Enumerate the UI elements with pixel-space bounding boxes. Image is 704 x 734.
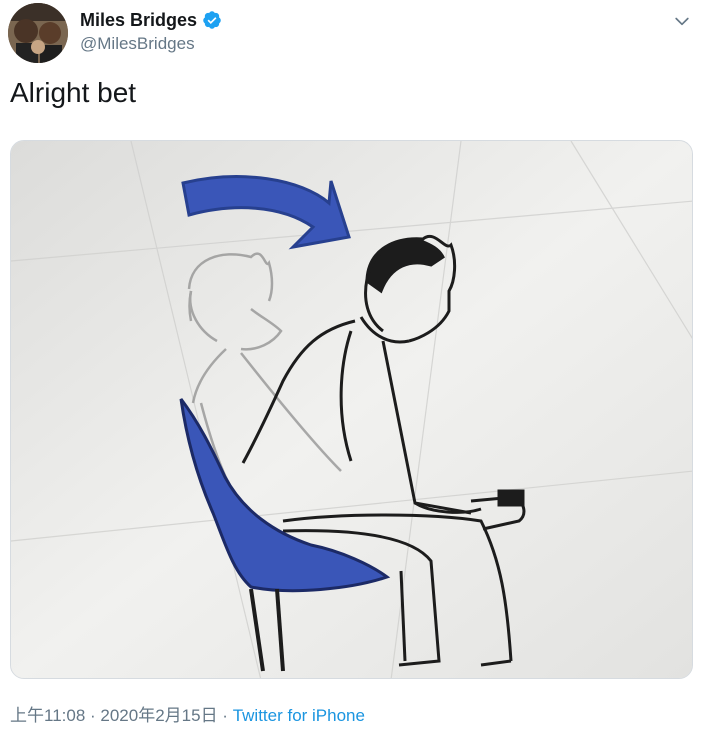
tweet-text: Alright bet (10, 77, 137, 108)
chevron-down-icon[interactable] (672, 11, 692, 31)
verified-badge-icon (203, 11, 221, 29)
meta-separator: · (85, 706, 101, 725)
meta-separator-2: · (217, 706, 233, 725)
avatar-photo (8, 3, 68, 63)
handle[interactable]: @MilesBridges (80, 33, 222, 55)
tweet-media[interactable] (10, 140, 693, 679)
tweet-header: Miles Bridges @MilesBridges (8, 3, 696, 63)
tweet-source-link[interactable]: Twitter for iPhone (233, 706, 365, 725)
meme-drawing (11, 141, 692, 678)
author-info: Miles Bridges @MilesBridges (80, 9, 222, 55)
tweet-meta: 上午11:08 · 2020年2月15日 · Twitter for iPhon… (10, 705, 365, 727)
display-name[interactable]: Miles Bridges (80, 9, 197, 31)
tweet-date[interactable]: 2020年2月15日 (100, 706, 217, 725)
tweet-time[interactable]: 上午11:08 (10, 706, 85, 725)
avatar[interactable] (8, 3, 68, 63)
